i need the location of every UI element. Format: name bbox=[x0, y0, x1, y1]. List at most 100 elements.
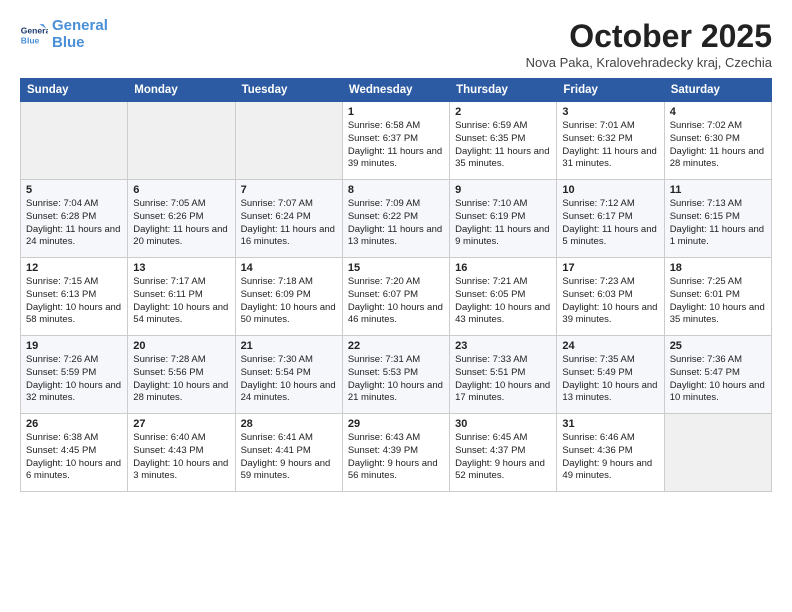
calendar-cell: 21Sunrise: 7:30 AMSunset: 5:54 PMDayligh… bbox=[235, 336, 342, 414]
calendar-cell: 23Sunrise: 7:33 AMSunset: 5:51 PMDayligh… bbox=[450, 336, 557, 414]
day-number: 20 bbox=[133, 340, 229, 352]
sunrise-info: Sunrise: 6:58 AM bbox=[348, 120, 444, 133]
daylight-hours: Daylight: 10 hours and 21 minutes. bbox=[348, 380, 444, 406]
calendar-cell: 29Sunrise: 6:43 AMSunset: 4:39 PMDayligh… bbox=[342, 414, 449, 492]
day-number: 4 bbox=[670, 106, 766, 118]
sunrise-info: Sunrise: 7:09 AM bbox=[348, 198, 444, 211]
calendar-cell: 18Sunrise: 7:25 AMSunset: 6:01 PMDayligh… bbox=[664, 258, 771, 336]
day-number: 17 bbox=[562, 262, 658, 274]
weekday-header-sunday: Sunday bbox=[21, 79, 128, 102]
day-number: 30 bbox=[455, 418, 551, 430]
header: General Blue General Blue October 2025 N… bbox=[20, 18, 772, 70]
calendar-cell: 28Sunrise: 6:41 AMSunset: 4:41 PMDayligh… bbox=[235, 414, 342, 492]
weekday-header-row: SundayMondayTuesdayWednesdayThursdayFrid… bbox=[21, 79, 772, 102]
sunset-info: Sunset: 4:37 PM bbox=[455, 445, 551, 458]
daylight-hours: Daylight: 11 hours and 39 minutes. bbox=[348, 146, 444, 172]
sunset-info: Sunset: 6:32 PM bbox=[562, 133, 658, 146]
week-row-4: 19Sunrise: 7:26 AMSunset: 5:59 PMDayligh… bbox=[21, 336, 772, 414]
day-number: 21 bbox=[241, 340, 337, 352]
day-number: 22 bbox=[348, 340, 444, 352]
daylight-hours: Daylight: 11 hours and 9 minutes. bbox=[455, 224, 551, 250]
sunrise-info: Sunrise: 7:13 AM bbox=[670, 198, 766, 211]
calendar-cell: 30Sunrise: 6:45 AMSunset: 4:37 PMDayligh… bbox=[450, 414, 557, 492]
calendar-cell: 1Sunrise: 6:58 AMSunset: 6:37 PMDaylight… bbox=[342, 102, 449, 180]
daylight-hours: Daylight: 9 hours and 59 minutes. bbox=[241, 458, 337, 484]
weekday-header-wednesday: Wednesday bbox=[342, 79, 449, 102]
month-title: October 2025 bbox=[526, 18, 772, 55]
daylight-hours: Daylight: 9 hours and 49 minutes. bbox=[562, 458, 658, 484]
daylight-hours: Daylight: 10 hours and 10 minutes. bbox=[670, 380, 766, 406]
daylight-hours: Daylight: 11 hours and 31 minutes. bbox=[562, 146, 658, 172]
sunset-info: Sunset: 6:03 PM bbox=[562, 289, 658, 302]
sunrise-info: Sunrise: 6:46 AM bbox=[562, 432, 658, 445]
sunset-info: Sunset: 6:30 PM bbox=[670, 133, 766, 146]
daylight-hours: Daylight: 11 hours and 35 minutes. bbox=[455, 146, 551, 172]
sunrise-info: Sunrise: 6:59 AM bbox=[455, 120, 551, 133]
calendar-cell: 9Sunrise: 7:10 AMSunset: 6:19 PMDaylight… bbox=[450, 180, 557, 258]
calendar-cell: 3Sunrise: 7:01 AMSunset: 6:32 PMDaylight… bbox=[557, 102, 664, 180]
calendar-cell: 22 Sunrise: 7:31 AMSunset: 5:53 PMDayligh… bbox=[342, 336, 449, 414]
calendar-cell: 11Sunrise: 7:13 AMSunset: 6:15 PMDayligh… bbox=[664, 180, 771, 258]
calendar-cell: 17Sunrise: 7:23 AMSunset: 6:03 PMDayligh… bbox=[557, 258, 664, 336]
daylight-hours: Daylight: 10 hours and 13 minutes. bbox=[562, 380, 658, 406]
daylight-hours: Daylight: 10 hours and 32 minutes. bbox=[26, 380, 122, 406]
calendar-cell: 6Sunrise: 7:05 AMSunset: 6:26 PMDaylight… bbox=[128, 180, 235, 258]
sunrise-info: Sunrise: 7:17 AM bbox=[133, 276, 229, 289]
sunrise-info: Sunrise: 7:10 AM bbox=[455, 198, 551, 211]
sunset-info: Sunset: 4:43 PM bbox=[133, 445, 229, 458]
calendar-cell bbox=[21, 102, 128, 180]
calendar-cell: 24Sunrise: 7:35 AMSunset: 5:49 PMDayligh… bbox=[557, 336, 664, 414]
sunset-info: Sunset: 5:47 PM bbox=[670, 367, 766, 380]
sunset-info: Sunset: 6:22 PM bbox=[348, 211, 444, 224]
day-number: 3 bbox=[562, 106, 658, 118]
sunrise-info: Sunrise: 7:04 AM bbox=[26, 198, 122, 211]
sunset-info: Sunset: 5:56 PM bbox=[133, 367, 229, 380]
calendar-cell: 25 Sunrise: 7:36 AMSunset: 5:47 PMDayligh… bbox=[664, 336, 771, 414]
sunrise-info: Sunrise: 7:20 AM bbox=[348, 276, 444, 289]
daylight-hours: Daylight: 11 hours and 24 minutes. bbox=[26, 224, 122, 250]
sunset-info: Sunset: 5:54 PM bbox=[241, 367, 337, 380]
sunset-info: Sunset: 5:53 PM bbox=[348, 367, 444, 380]
sunset-info: Sunset: 6:15 PM bbox=[670, 211, 766, 224]
sunrise-info: Sunrise: 7:30 AM bbox=[241, 354, 337, 367]
logo-blue: Blue bbox=[52, 34, 85, 51]
day-number: 13 bbox=[133, 262, 229, 274]
logo-text: General Blue bbox=[52, 18, 108, 51]
day-number: 14 bbox=[241, 262, 337, 274]
logo-general: General bbox=[52, 17, 108, 34]
daylight-hours: Daylight: 11 hours and 5 minutes. bbox=[562, 224, 658, 250]
sunset-info: Sunset: 5:49 PM bbox=[562, 367, 658, 380]
day-number: 1 bbox=[348, 106, 444, 118]
sunset-info: Sunset: 6:13 PM bbox=[26, 289, 122, 302]
daylight-hours: Daylight: 9 hours and 56 minutes. bbox=[348, 458, 444, 484]
calendar-table: SundayMondayTuesdayWednesdayThursdayFrid… bbox=[20, 78, 772, 492]
calendar-cell: 16Sunrise: 7:21 AMSunset: 6:05 PMDayligh… bbox=[450, 258, 557, 336]
daylight-hours: Daylight: 10 hours and 28 minutes. bbox=[133, 380, 229, 406]
day-number: 26 bbox=[26, 418, 122, 430]
sunset-info: Sunset: 4:36 PM bbox=[562, 445, 658, 458]
day-number: 25 bbox=[670, 340, 766, 352]
sunrise-info: Sunrise: 7:36 AM bbox=[670, 354, 766, 367]
sunrise-info: Sunrise: 6:45 AM bbox=[455, 432, 551, 445]
sunset-info: Sunset: 6:26 PM bbox=[133, 211, 229, 224]
location: Nova Paka, Kralovehradecky kraj, Czechia bbox=[526, 55, 772, 70]
calendar-cell: 7Sunrise: 7:07 AMSunset: 6:24 PMDaylight… bbox=[235, 180, 342, 258]
calendar-cell: 8 Sunrise: 7:09 AMSunset: 6:22 PMDaylight… bbox=[342, 180, 449, 258]
daylight-hours: Daylight: 10 hours and 58 minutes. bbox=[26, 302, 122, 328]
daylight-hours: Daylight: 11 hours and 13 minutes. bbox=[348, 224, 444, 250]
day-number: 12 bbox=[26, 262, 122, 274]
weekday-header-monday: Monday bbox=[128, 79, 235, 102]
day-number: 10 bbox=[562, 184, 658, 196]
day-number: 5 bbox=[26, 184, 122, 196]
day-number: 9 bbox=[455, 184, 551, 196]
week-row-5: 26Sunrise: 6:38 AMSunset: 4:45 PMDayligh… bbox=[21, 414, 772, 492]
sunrise-info: Sunrise: 7:31 AM bbox=[348, 354, 444, 367]
sunset-info: Sunset: 6:24 PM bbox=[241, 211, 337, 224]
sunset-info: Sunset: 6:07 PM bbox=[348, 289, 444, 302]
sunset-info: Sunset: 6:28 PM bbox=[26, 211, 122, 224]
sunrise-info: Sunrise: 7:18 AM bbox=[241, 276, 337, 289]
day-number: 8 bbox=[348, 184, 444, 196]
sunrise-info: Sunrise: 7:25 AM bbox=[670, 276, 766, 289]
week-row-1: 1Sunrise: 6:58 AMSunset: 6:37 PMDaylight… bbox=[21, 102, 772, 180]
daylight-hours: Daylight: 11 hours and 20 minutes. bbox=[133, 224, 229, 250]
